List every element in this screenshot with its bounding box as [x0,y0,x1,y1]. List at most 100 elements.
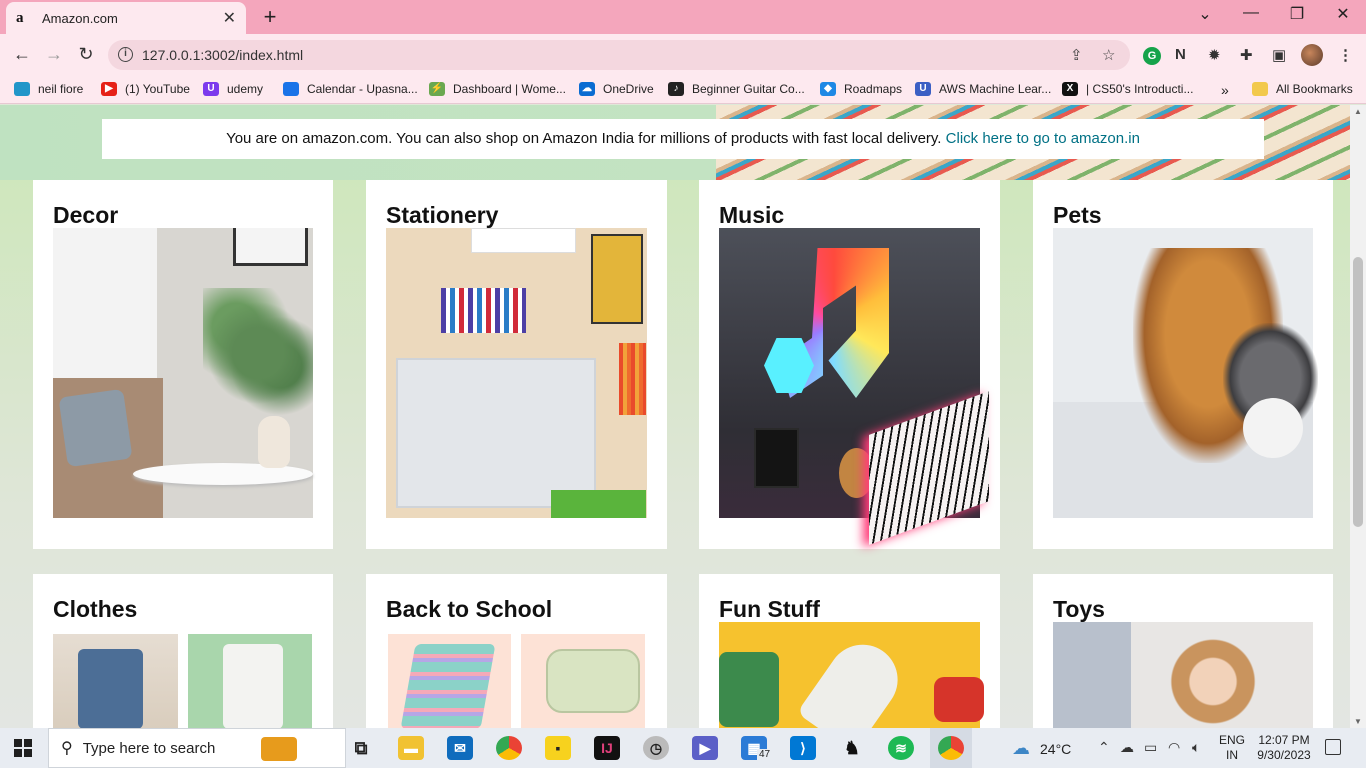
scrollbar-thumb[interactable] [1353,257,1363,527]
category-card-stationery[interactable]: Stationery [366,180,667,549]
show-hidden-icons-chevron-icon[interactable]: ⌃ [1098,739,1110,756]
taskbar-search-box[interactable]: ⚲ Type here to search [48,728,346,768]
music-image[interactable] [719,228,989,545]
intellij-icon[interactable]: IJ [594,736,620,760]
notification-center-icon[interactable] [1325,739,1341,755]
bookmarks-overflow-icon[interactable]: » [1221,82,1229,98]
url-text[interactable]: 127.0.0.1:3002/index.html [142,47,303,63]
bookmark-label: | CS50's Introducti... [1086,82,1194,96]
sticky-notes-icon[interactable]: ▪ [545,736,571,760]
bookmark-label: udemy [227,82,264,96]
bookmark-label: Roadmaps [844,82,903,96]
category-card-music[interactable]: Music [699,180,1000,549]
fun-stuff-image[interactable] [719,622,984,728]
chrome-icon[interactable] [496,736,522,760]
volume-icon[interactable]: 🔈︎ [1192,739,1200,756]
bug-extension-icon[interactable]: ✹ [1208,46,1221,64]
chrome-active-icon[interactable] [938,736,964,760]
category-card-clothes[interactable]: Clothes [33,574,333,728]
task-view-icon[interactable]: ⧉ [348,736,374,760]
clothes-image[interactable] [53,634,313,728]
pets-image[interactable] [1053,228,1318,518]
browser-tab[interactable]: a Amazon.com ✕ [6,2,246,34]
bookmarks-bar: neil fiore ▶ (1) YouTube Uudemy Calendar - U… [0,76,1366,104]
category-card-decor[interactable]: Decor [33,180,333,549]
scroll-up-arrow-icon[interactable]: ▲ [1354,107,1362,116]
power-automate-icon[interactable]: ▶ [692,736,718,760]
category-card-fun-stuff[interactable]: Fun Stuff [699,574,1000,728]
notion-extension-icon[interactable]: N [1175,46,1186,63]
bookmark-item[interactable]: ⚡ Dashboard | Wome... [429,82,566,96]
bookmark-item[interactable]: U AWS Machine Lear... [915,82,1051,96]
category-card-toys[interactable]: Toys [1033,574,1333,728]
windows-start-icon[interactable] [14,739,32,757]
bookmark-item[interactable]: ▶ (1) YouTube [101,82,190,96]
bookmark-favicon-icon [14,82,30,96]
vscode-icon[interactable]: ⟩ [790,736,816,760]
file-explorer-icon[interactable]: ▬ [398,736,424,760]
amazon-favicon-icon: a [16,10,24,26]
card-title: Clothes [53,596,138,622]
language-indicator[interactable]: ENG IN [1219,733,1245,763]
stationery-image[interactable] [386,228,647,518]
card-title: Fun Stuff [719,596,820,622]
category-card-back-to-school[interactable]: Back to School [366,574,667,728]
card-title: Pets [1053,202,1102,228]
search-icon: ⚲ [61,740,73,757]
site-info-icon[interactable]: i [118,47,133,62]
side-panel-icon[interactable]: ▣ [1272,46,1286,64]
extensions-puzzle-icon[interactable]: ✚ [1240,46,1253,64]
battery-icon[interactable]: ▭ [1144,739,1157,756]
folder-icon [1252,82,1268,96]
bookmark-favicon-icon: ◆ [820,82,836,96]
locale-banner: You are on amazon.com. You can also shop… [102,119,1264,159]
bookmark-item[interactable]: X | CS50's Introducti... [1062,82,1193,96]
wifi-icon[interactable]: ◠ [1168,739,1180,756]
category-card-pets[interactable]: Pets [1033,180,1333,549]
page-scrollbar[interactable]: ▲ ▼ [1350,105,1366,728]
bookmark-item[interactable]: Calendar - Upasna... [283,82,418,96]
clock-app-icon[interactable]: ◷ [643,736,669,760]
decor-image[interactable] [53,228,313,518]
tab-strip: a Amazon.com ✕ + ⌄ — ❐ ✕ [0,0,1366,34]
all-bookmarks-folder[interactable]: All Bookmarks [1252,82,1353,96]
language-code: ENG [1219,733,1246,747]
address-bar[interactable]: i 127.0.0.1:3002/index.html ⇪ ☆ [108,40,1130,70]
minimize-button[interactable]: — [1239,4,1263,22]
bookmark-item[interactable]: ♪ Beginner Guitar Co... [668,82,805,96]
bookmark-favicon-icon [283,82,299,96]
bookmark-item[interactable]: Uudemy [203,82,263,96]
weather-widget[interactable]: ☁ 24°C [1012,738,1071,759]
bookmark-star-icon[interactable]: ☆ [1102,46,1115,64]
bookmark-item[interactable]: neil fiore [14,82,83,96]
new-tab-button[interactable]: + [258,4,282,30]
card-title: Music [719,202,785,228]
browser-toolbar: ← → ↻ i 127.0.0.1:3002/index.html ⇪ ☆ [0,34,1366,76]
profile-avatar[interactable] [1301,44,1323,66]
share-icon[interactable]: ⇪ [1070,46,1083,64]
back-arrow-icon[interactable]: ← [10,44,34,65]
amazon-in-link[interactable]: Click here to go to amazon.in [946,130,1140,147]
search-highlight-icon[interactable] [261,737,297,761]
mail-icon[interactable]: ✉ [447,736,473,760]
tab-close-icon[interactable]: ✕ [223,8,236,28]
card-title: Stationery [386,202,499,228]
restore-button[interactable]: ❐ [1285,4,1309,24]
forward-arrow-icon[interactable]: → [42,44,66,65]
tab-search-chevron-icon[interactable]: ⌄ [1193,4,1217,24]
linux-penguin-icon[interactable]: ♞ [839,736,865,760]
scroll-down-arrow-icon[interactable]: ▼ [1354,717,1362,726]
reload-icon[interactable]: ↻ [74,44,98,65]
more-menu-icon[interactable]: ⋮ [1338,46,1353,64]
bookmark-label: AWS Machine Lear... [939,82,1052,96]
toys-image[interactable] [1053,622,1313,728]
system-clock[interactable]: 12:07 PM 9/30/2023 [1256,733,1312,763]
grammarly-extension-icon[interactable]: G [1143,47,1161,65]
bookmark-item[interactable]: ◆ Roadmaps [820,82,902,96]
onedrive-cloud-icon[interactable]: ☁ [1120,739,1134,756]
bookmark-item[interactable]: ☁ OneDrive [579,82,654,96]
school-image[interactable] [386,634,646,728]
close-window-button[interactable]: ✕ [1331,4,1355,24]
spotify-icon[interactable]: ≋ [888,736,914,760]
card-title: Decor [53,202,119,228]
